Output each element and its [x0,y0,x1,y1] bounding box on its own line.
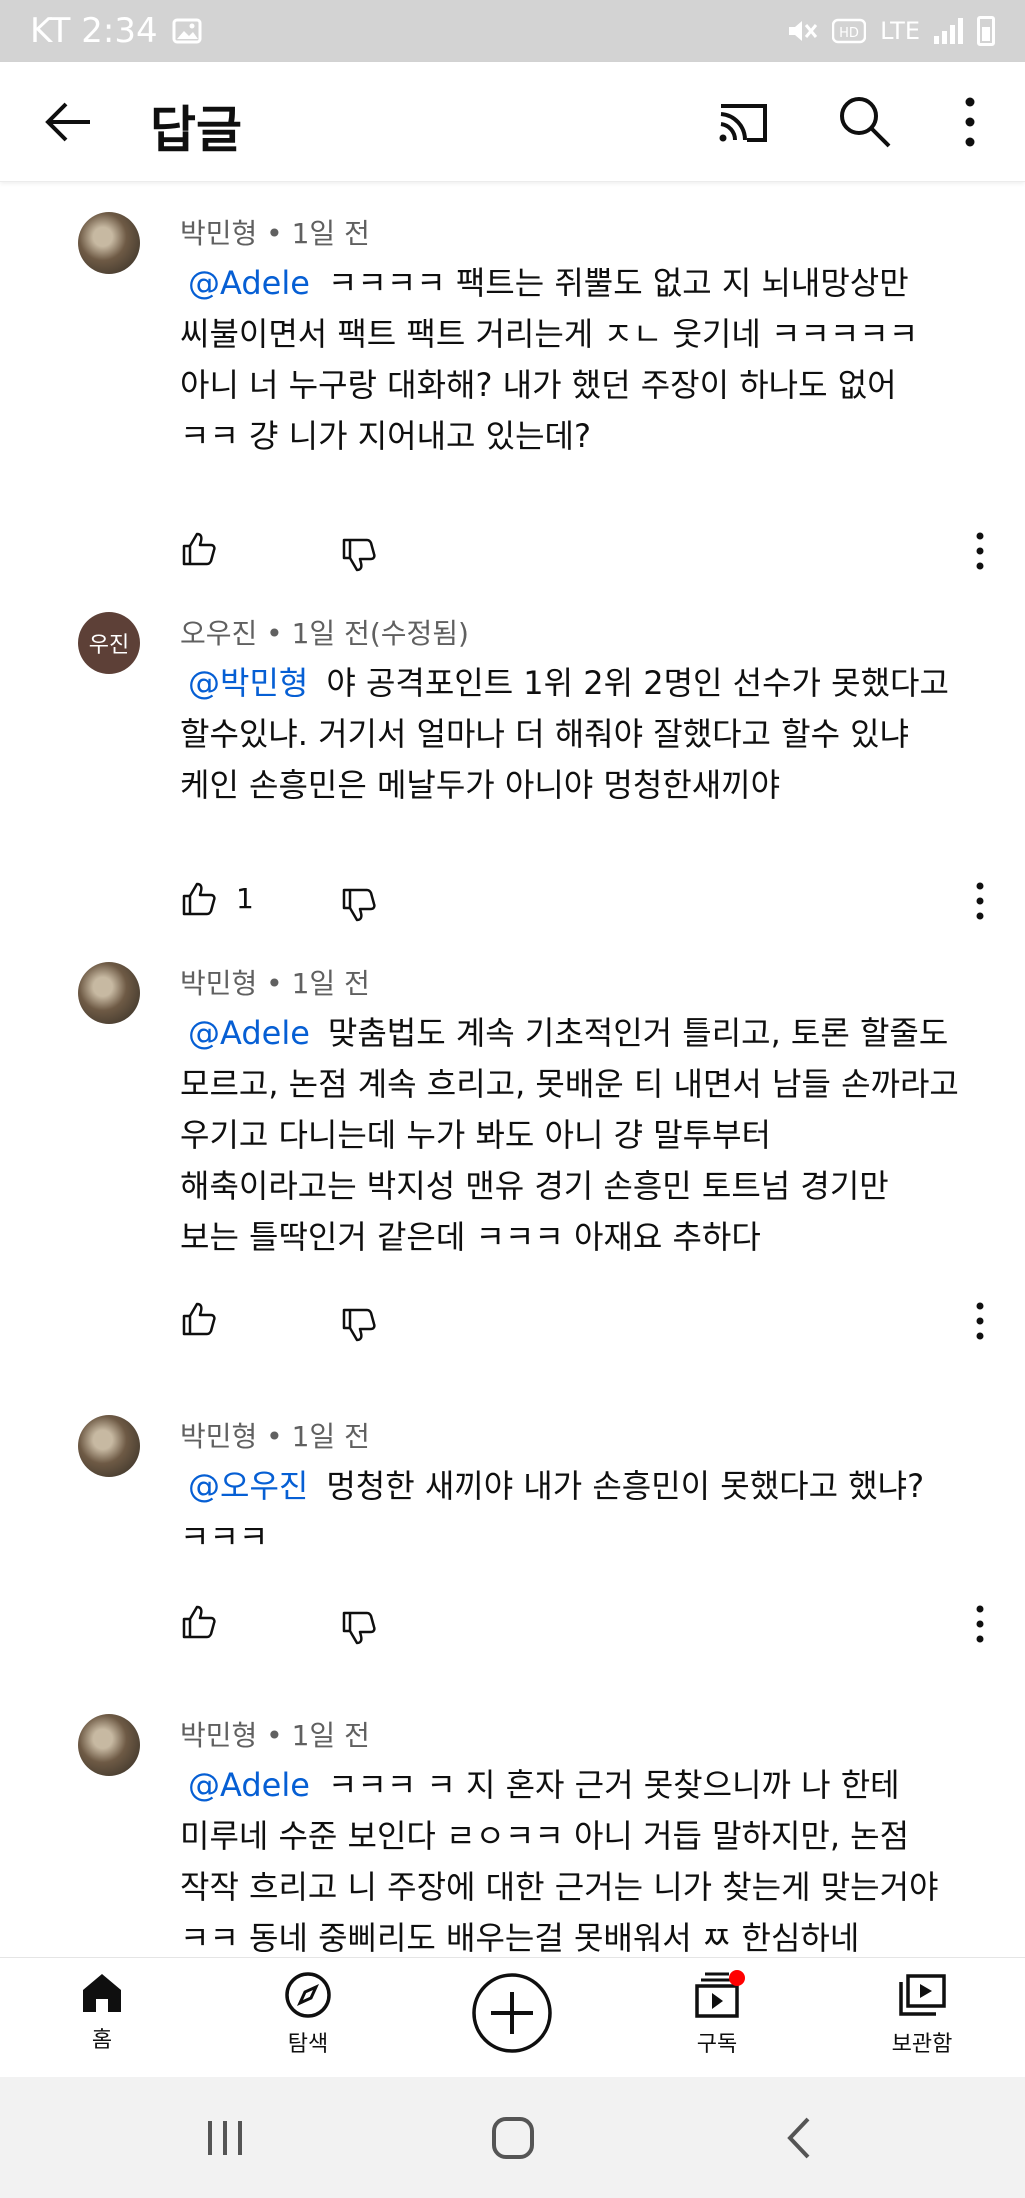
dislike-icon[interactable] [340,886,378,924]
nav-explore-label: 탐색 [287,2032,329,2057]
status-bar: KT 2:34 HD LTE [0,0,1025,62]
gallery-notification-icon [172,18,202,44]
home-button-icon[interactable] [488,2115,538,2161]
more-options-icon[interactable] [970,880,990,922]
nav-explore[interactable]: 탐색 [228,1970,388,2058]
comment-actions [180,1603,1000,1653]
comment-meta: 박민형 • 1일 전 [180,217,370,250]
comment-author[interactable]: 박민형 [180,217,257,250]
comment-actions: 1 [180,880,1000,930]
comment-text: @박민형 야 공격포인트 1위 2위 2명인 선수가 못했다고 할수있냐. 거기서… [180,664,949,804]
dislike-icon[interactable] [340,1306,378,1344]
mention-link[interactable]: @Adele [188,1766,310,1804]
comment-author[interactable]: 박민형 [180,1420,257,1453]
comment-actions [180,530,1000,580]
app-header: 답글 [0,62,1025,182]
comment-text: @오우진 멍청한 새끼야 내가 손흥민이 못했다고 했냐? ㅋㅋㅋ [180,1467,925,1556]
system-nav [0,2077,1025,2198]
nav-subscriptions-label: 구독 [696,2032,738,2057]
create-plus-icon[interactable] [471,1972,553,2054]
network-type: LTE [880,17,920,45]
back-arrow-icon[interactable] [40,94,96,150]
avatar[interactable] [78,962,140,1024]
comment-meta: 박민형 • 1일 전 [180,1420,370,1453]
comment-meta: 박민형 • 1일 전 [180,967,370,1000]
comment-text: @Adele ㅋㅋㅋㅋ 팩트는 쥐뿔도 없고 지 뇌내망상만 씨불이면서 팩트 팩… [180,264,919,455]
home-icon [83,1974,121,2012]
avatar[interactable]: 우진 [78,612,140,674]
cast-icon[interactable] [715,94,771,150]
back-button-icon[interactable] [776,2115,826,2161]
mention-link[interactable]: @박민형 [188,664,308,702]
library-icon [899,1974,946,2016]
comment-meta: 오우진 • 1일 전(수정됨) [180,617,469,650]
nav-home[interactable]: 홈 [22,1970,182,2054]
more-options-icon[interactable] [970,1300,990,1342]
avatar[interactable] [78,1415,140,1477]
dislike-icon[interactable] [340,536,378,574]
nav-subscriptions[interactable]: 구독 [637,1970,797,2058]
compass-icon [285,1972,331,2018]
like-count: 1 [236,882,254,915]
comment-time: 1일 전(수정됨) [291,617,469,650]
mention-link[interactable]: @Adele [188,264,310,302]
recent-apps-icon[interactable] [200,2115,250,2161]
signal-icon [934,18,963,44]
comment-text: @Adele ㅋㅋㅋ ㅋ 지 혼자 근거 못찾으니까 나 한테 미루네 수준 보인… [180,1766,939,1957]
carrier-time: KT 2:34 [30,11,158,51]
svg-text:HD: HD [839,26,859,41]
mention-link[interactable]: @오우진 [188,1467,308,1505]
mention-link[interactable]: @Adele [188,1014,310,1052]
comment-author[interactable]: 박민형 [180,1719,257,1752]
avatar[interactable] [78,212,140,274]
comment-author[interactable]: 박민형 [180,967,257,1000]
nav-library-label: 보관함 [891,2032,953,2057]
mute-icon [789,21,818,41]
comment-time: 1일 전 [291,967,370,1000]
more-options-icon[interactable] [970,1603,990,1645]
nav-library[interactable]: 보관함 [842,1970,1002,2058]
like-icon[interactable] [180,1300,218,1338]
avatar[interactable] [78,1714,140,1776]
like-icon[interactable] [180,530,218,568]
comment-actions [180,1300,1000,1350]
more-options-icon[interactable] [950,92,990,152]
hd-icon: HD [832,18,867,44]
comment-text: @Adele 맞춤법도 계속 기초적인거 틀리고, 토론 할줄도 모르고, 논점 … [180,1014,959,1256]
like-icon[interactable] [180,880,218,918]
bottom-nav: 홈 탐색 구독 보관함 [0,1957,1025,2078]
comment-time: 1일 전 [291,1420,370,1453]
like-icon[interactable] [180,1603,218,1641]
dislike-icon[interactable] [340,1609,378,1647]
subscriptions-icon [695,1970,745,2018]
comment-author[interactable]: 오우진 [180,617,257,650]
more-options-icon[interactable] [970,530,990,572]
comment-time: 1일 전 [291,1719,370,1752]
nav-home-label: 홈 [91,2028,113,2053]
page-title: 답글 [150,101,242,159]
comment-meta: 박민형 • 1일 전 [180,1719,370,1752]
comment-time: 1일 전 [291,217,370,250]
comment-list: 박민형 • 1일 전 @Adele ㅋㅋㅋㅋ 팩트는 쥐뿔도 없고 지 뇌내망상만… [0,182,1025,1957]
battery-icon [977,16,995,46]
search-icon[interactable] [835,92,893,150]
